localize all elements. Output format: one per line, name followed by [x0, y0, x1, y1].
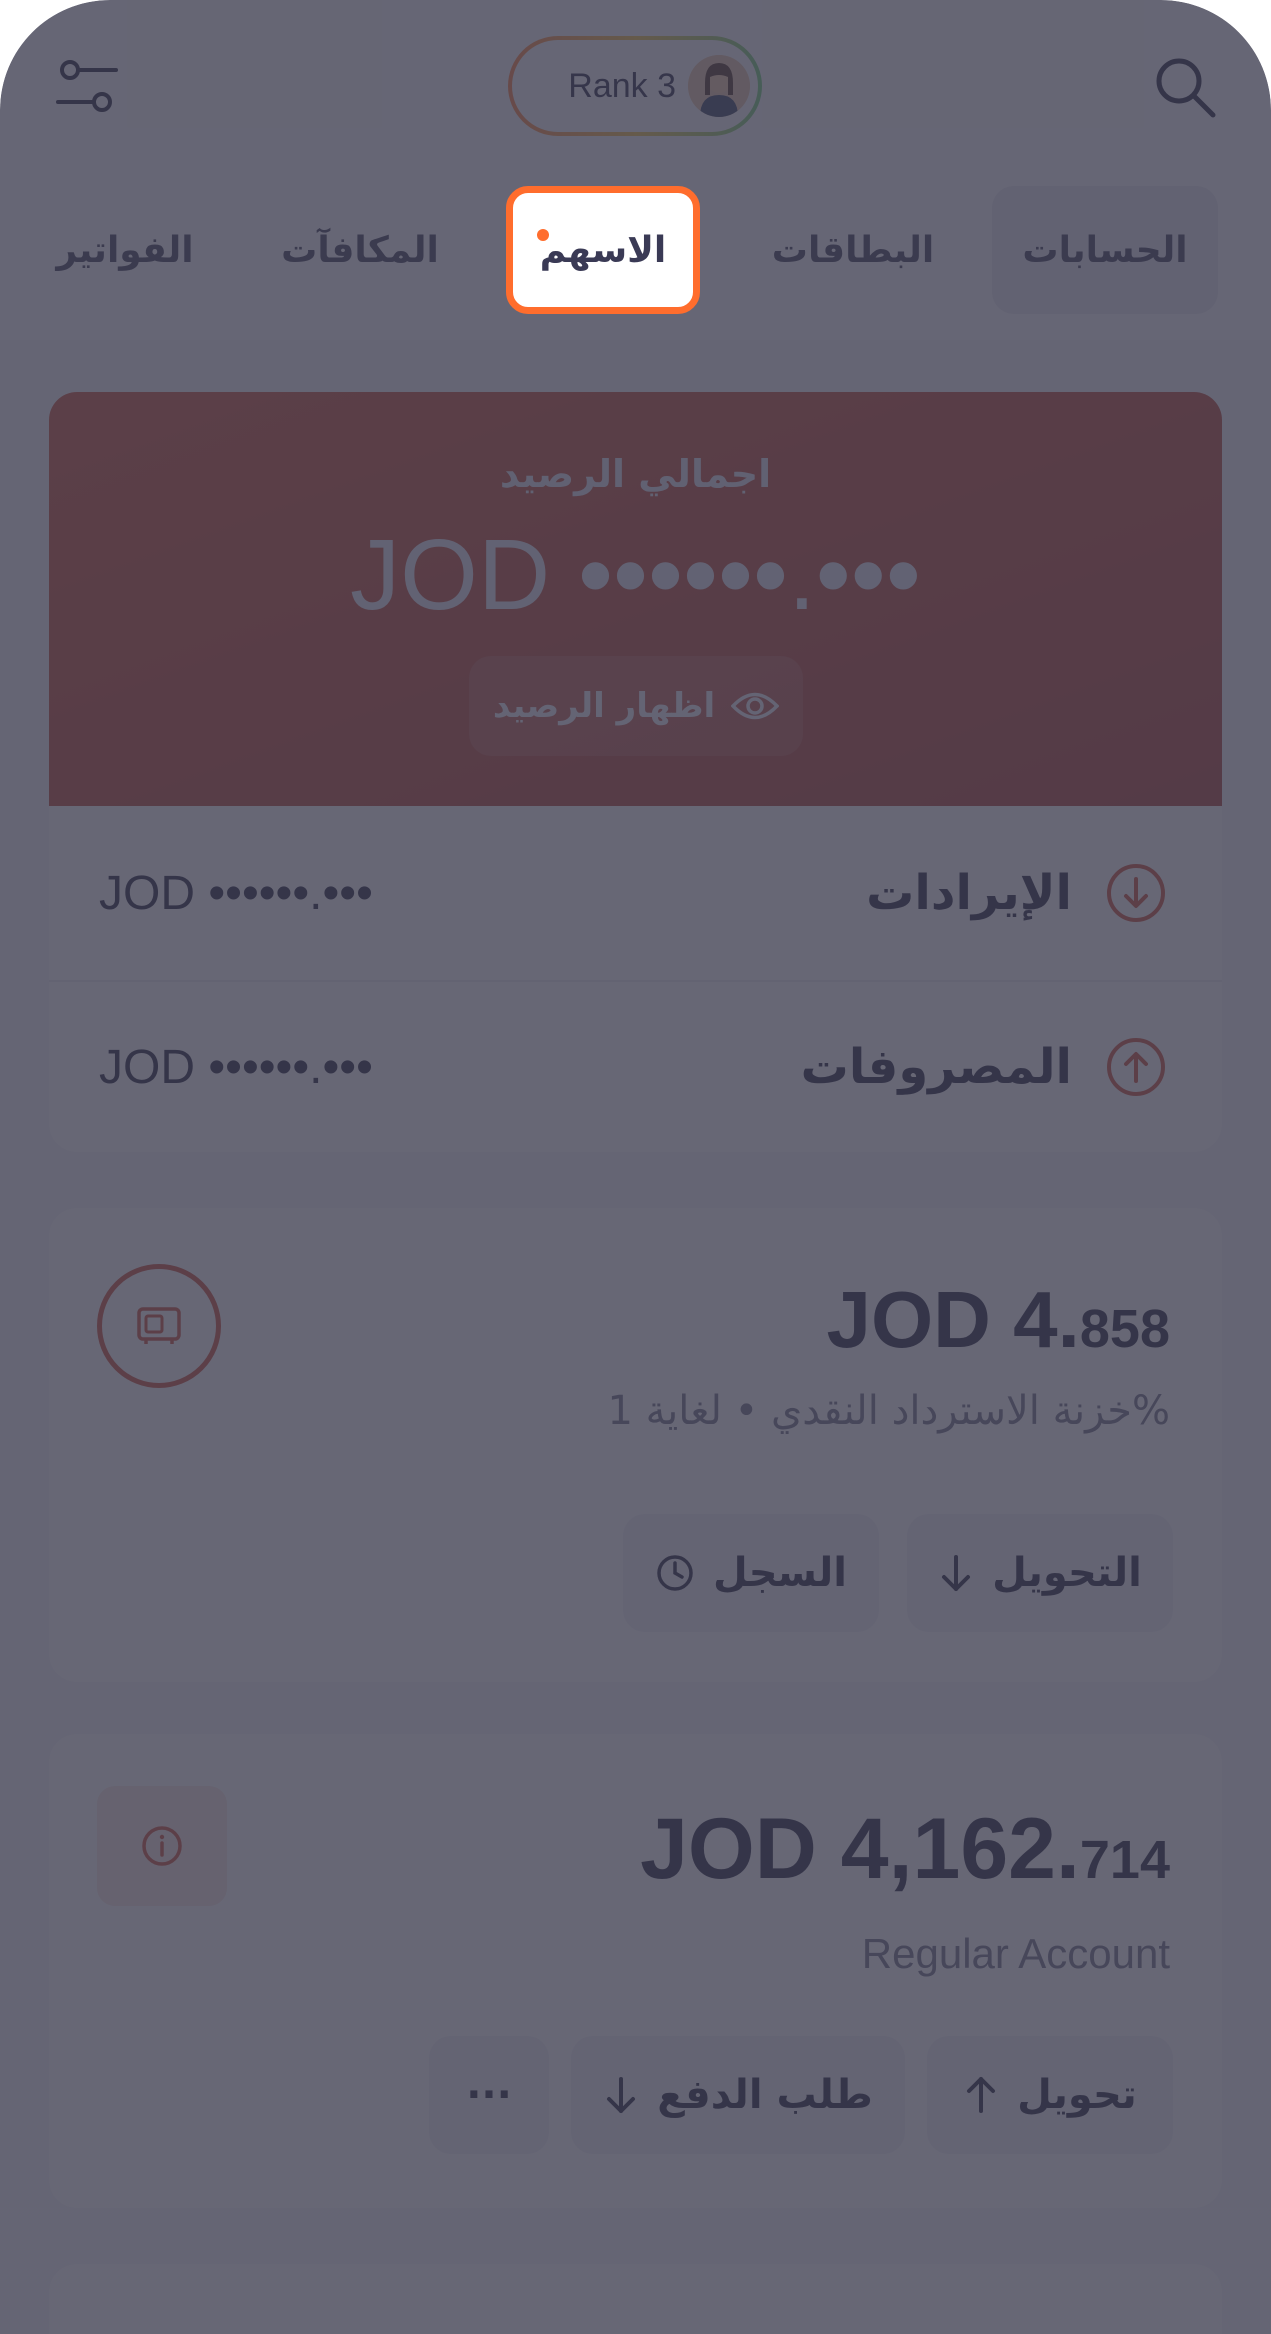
income-value: JOD ••••••.•••	[99, 866, 373, 920]
arrow-down-icon	[942, 1555, 971, 1591]
vault-transfer-button[interactable]: التحويل	[907, 1514, 1173, 1632]
vault-transfer-label: التحويل	[992, 1550, 1142, 1596]
tab-label: الحسابات	[1022, 229, 1188, 271]
regular-amount-fraction: 714	[1079, 1830, 1170, 1890]
balance-hero: اجمالي الرصيد JOD ••••••.••• اظهار الرصي…	[49, 392, 1222, 806]
tab-label: الفواتير	[56, 229, 194, 271]
request-payment-button[interactable]: طلب الدفع	[571, 2036, 905, 2154]
tab-label: البطاقات	[771, 229, 935, 271]
arrow-up-icon	[967, 2077, 996, 2113]
request-payment-label: طلب الدفع	[657, 2072, 873, 2118]
show-balance-button[interactable]: اظهار الرصيد	[469, 656, 803, 756]
rank-label: Rank 3	[568, 66, 676, 105]
tab-bills[interactable]: الفواتير	[50, 186, 200, 314]
tab-accounts[interactable]: الحسابات	[992, 186, 1218, 314]
vault-amount-main: JOD 4.	[826, 1275, 1080, 1364]
expenses-label: المصروفات	[800, 1039, 1072, 1095]
info-icon	[142, 1826, 182, 1866]
highlighted-tab-stocks[interactable]: الاسهم	[506, 186, 700, 314]
new-indicator-dot	[537, 229, 549, 241]
income-label: الإيرادات	[866, 865, 1072, 921]
vault-icon-circle	[97, 1264, 221, 1388]
regular-subtitle: Regular Account	[861, 1930, 1170, 1977]
safe-icon	[137, 1307, 181, 1344]
tab-label: المكافآت	[281, 229, 439, 271]
next-account-card[interactable]	[49, 2264, 1222, 2334]
vault-history-label: السجل	[713, 1550, 847, 1596]
app-screen: Rank 3 الحسابات البطاقات المكافآت الفوات…	[0, 0, 1271, 2334]
regular-amount: JOD 4,162.714	[640, 1800, 1170, 1899]
expenses-row[interactable]: المصروفات JOD ••••••.•••	[49, 980, 1222, 1152]
eye-icon	[731, 692, 780, 720]
transfer-label: تحويل	[1017, 2072, 1137, 2118]
regular-amount-main: JOD 4,162.	[640, 1801, 1080, 1897]
cashback-vault-card[interactable]: JOD 4.858 خزنة الاسترداد النقدي • لغاية …	[49, 1208, 1222, 1682]
user-avatar	[688, 55, 750, 117]
rank-badge[interactable]: Rank 3	[508, 36, 762, 136]
vault-amount-fraction: 858	[1079, 1299, 1170, 1359]
search-button[interactable]	[1150, 52, 1220, 122]
search-icon	[1156, 58, 1216, 118]
info-icon-box[interactable]	[97, 1786, 227, 1906]
more-icon: ···	[466, 2072, 512, 2118]
expenses-value: JOD ••••••.•••	[99, 1040, 373, 1094]
more-button[interactable]: ···	[429, 2036, 549, 2154]
clock-icon	[657, 1555, 693, 1591]
regular-account-card[interactable]: JOD 4,162.714 Regular Account تحويل طلب …	[49, 1734, 1222, 2208]
sliders-icon	[56, 60, 118, 112]
balance-title: اجمالي الرصيد	[499, 452, 772, 496]
filter-button[interactable]	[52, 52, 122, 122]
vault-amount: JOD 4.858	[826, 1274, 1170, 1366]
show-balance-label: اظهار الرصيد	[492, 686, 716, 726]
arrow-down-icon	[607, 2077, 636, 2113]
income-row[interactable]: الإيرادات JOD ••••••.•••	[49, 806, 1222, 980]
total-balance-card: اجمالي الرصيد JOD ••••••.••• اظهار الرصي…	[49, 392, 1222, 1152]
arrow-up-circle-icon	[1107, 1038, 1165, 1096]
vault-history-button[interactable]: السجل	[623, 1514, 879, 1632]
balance-amount: JOD ••••••.•••	[350, 519, 921, 631]
vault-subtitle: خزنة الاسترداد النقدي • لغاية 1%	[607, 1388, 1171, 1434]
transfer-button[interactable]: تحويل	[927, 2036, 1173, 2154]
arrow-down-circle-icon	[1107, 864, 1165, 922]
highlighted-tab-label: الاسهم	[539, 229, 667, 271]
tab-cards[interactable]: البطاقات	[760, 186, 946, 314]
tab-rewards[interactable]: المكافآت	[270, 186, 450, 314]
